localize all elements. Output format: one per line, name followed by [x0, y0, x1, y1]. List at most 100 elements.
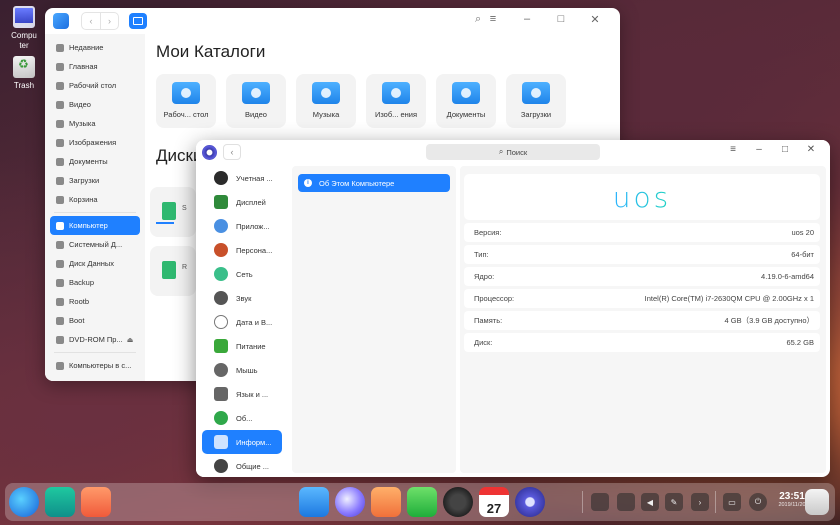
folder-icon [172, 82, 200, 104]
info-row-disk: Диск: 65.2 GB [464, 333, 820, 352]
settings-item-update[interactable]: Об... [202, 406, 282, 430]
disk-system[interactable]: S [150, 187, 196, 237]
folder-icon [522, 82, 550, 104]
music-icon[interactable] [407, 487, 437, 517]
sidebar-item-dvd[interactable]: DVD-ROM Пр... ⏏ [50, 330, 140, 349]
settings-item-apps[interactable]: Прилож... [202, 214, 282, 238]
folder-video[interactable]: Видео [226, 74, 286, 128]
sidebar-divider [54, 212, 136, 213]
sound-icon [214, 291, 228, 305]
info-icon: i [304, 179, 312, 187]
power-icon[interactable]: ⏻ [749, 493, 767, 511]
menu-icon[interactable]: ≡ [476, 13, 510, 26]
sidebar-item-desktop[interactable]: Рабочий стол [50, 76, 140, 95]
settings-item-system-info[interactable]: Информ... [202, 430, 282, 454]
maximize-icon[interactable]: □ [544, 13, 578, 26]
sidebar-item-documents[interactable]: Документы [50, 152, 140, 171]
trash-icon [13, 56, 35, 78]
computer-view-button[interactable] [129, 13, 147, 29]
settings-item-general[interactable]: Общие ... [202, 454, 282, 477]
sidebar-item-images[interactable]: Изображения [50, 133, 140, 152]
pen-icon[interactable]: ✎ [665, 493, 683, 511]
folder-images[interactable]: Изоб... ения [366, 74, 426, 128]
uos-logo-box: uos [464, 174, 820, 220]
clock-icon [214, 315, 228, 329]
settings-item-account[interactable]: Учетная ... [202, 166, 282, 190]
info-icon [214, 435, 228, 449]
search-input[interactable]: ⌕ Поиск [426, 144, 600, 160]
info-row-version: Версия: uos 20 [464, 223, 820, 242]
folder-desktop[interactable]: Рабоч... стол [156, 74, 216, 128]
settings-item-power[interactable]: Питание [202, 334, 282, 358]
settings-item-keyboard[interactable]: Язык и ... [202, 382, 282, 406]
sidebar-item-recent[interactable]: Недавние [50, 38, 140, 57]
video-player-icon[interactable] [443, 487, 473, 517]
sidebar-divider [54, 352, 136, 353]
maximize-icon[interactable]: □ [772, 144, 798, 155]
file-manager-dock-icon[interactable] [299, 487, 329, 517]
folder-downloads[interactable]: Загрузки [506, 74, 566, 128]
sidebar-item-computer[interactable]: Компьютер [50, 216, 140, 235]
desktop-switch-icon[interactable] [81, 487, 111, 517]
submenu-item-about[interactable]: i Об Этом Компьютере [298, 174, 450, 192]
sidebar-item-trash[interactable]: Корзина [50, 190, 140, 209]
sidebar-item-downloads[interactable]: Загрузки [50, 171, 140, 190]
folder-documents[interactable]: Документы [436, 74, 496, 128]
app-store-icon[interactable] [371, 487, 401, 517]
back-arrow-icon[interactable]: ‹ [82, 13, 100, 29]
search-icon: ⌕ [498, 147, 504, 156]
browser-icon[interactable] [335, 487, 365, 517]
settings-item-mouse[interactable]: Мышь [202, 358, 282, 382]
calendar-day: 27 [486, 501, 502, 516]
notification-icon[interactable]: ▭ [723, 493, 741, 511]
info-row-processor: Процессор: Intel(R) Core(TM) i7-2630QM CP… [464, 289, 820, 308]
sidebar-item-data-disk[interactable]: Диск Данных [50, 254, 140, 273]
sidebar-item-music[interactable]: Музыка [50, 114, 140, 133]
multitasking-icon[interactable] [45, 487, 75, 517]
close-icon[interactable]: ✕ [578, 13, 612, 26]
home-icon [56, 62, 64, 71]
trash-icon[interactable] [805, 489, 829, 515]
sidebar-item-video[interactable]: Видео [50, 95, 140, 114]
settings-item-personalization[interactable]: Персона... [202, 238, 282, 262]
settings-item-network[interactable]: Сеть [202, 262, 282, 286]
video-icon [56, 100, 64, 109]
minimize-icon[interactable]: – [510, 13, 544, 26]
volume-icon[interactable]: ◀ [641, 493, 659, 511]
info-row-memory: Память: 4 GB（3.9 GB доступно） [464, 311, 820, 330]
tray-icon[interactable] [617, 493, 635, 511]
disk-icon [56, 297, 64, 306]
sidebar-item-backup[interactable]: Backup [50, 273, 140, 292]
file-manager-logo-icon [53, 13, 69, 29]
sidebar-item-home[interactable]: Главная [50, 57, 140, 76]
forward-arrow-icon[interactable]: › [100, 13, 118, 29]
dvd-icon [56, 335, 64, 344]
disk-data[interactable]: R [150, 246, 196, 296]
settings-item-datetime[interactable]: Дата и В... [202, 310, 282, 334]
close-icon[interactable]: ✕ [798, 144, 824, 155]
disk-usage-bar [156, 222, 174, 224]
disk-icon [162, 202, 176, 220]
launcher-icon[interactable] [9, 487, 39, 517]
general-icon [214, 459, 228, 473]
sidebar-item-network[interactable]: Компьютеры в с... [50, 356, 140, 375]
sidebar-item-boot[interactable]: Boot [50, 311, 140, 330]
sidebar-item-system-disk[interactable]: Системный Д... [50, 235, 140, 254]
desktop-computer-label-2: ter [19, 41, 29, 50]
desktop-trash-icon[interactable]: Trash [6, 56, 42, 91]
settings-item-sound[interactable]: Звук [202, 286, 282, 310]
network-icon [214, 267, 228, 281]
expand-tray-icon[interactable]: › [691, 493, 709, 511]
tray-icon[interactable] [591, 493, 609, 511]
back-arrow-icon[interactable]: ‹ [223, 144, 241, 160]
disk-icon [162, 261, 176, 279]
menu-icon[interactable]: ≡ [720, 144, 746, 155]
folder-music[interactable]: Музыка [296, 74, 356, 128]
control-center-dock-icon[interactable] [515, 487, 545, 517]
eject-icon[interactable]: ⏏ [127, 336, 134, 344]
settings-item-display[interactable]: Дисплей [202, 190, 282, 214]
desktop-computer-icon[interactable]: Compu ter [6, 6, 42, 51]
minimize-icon[interactable]: – [746, 144, 772, 155]
calendar-icon[interactable]: 27 [479, 487, 509, 517]
sidebar-item-rootb[interactable]: Rootb [50, 292, 140, 311]
